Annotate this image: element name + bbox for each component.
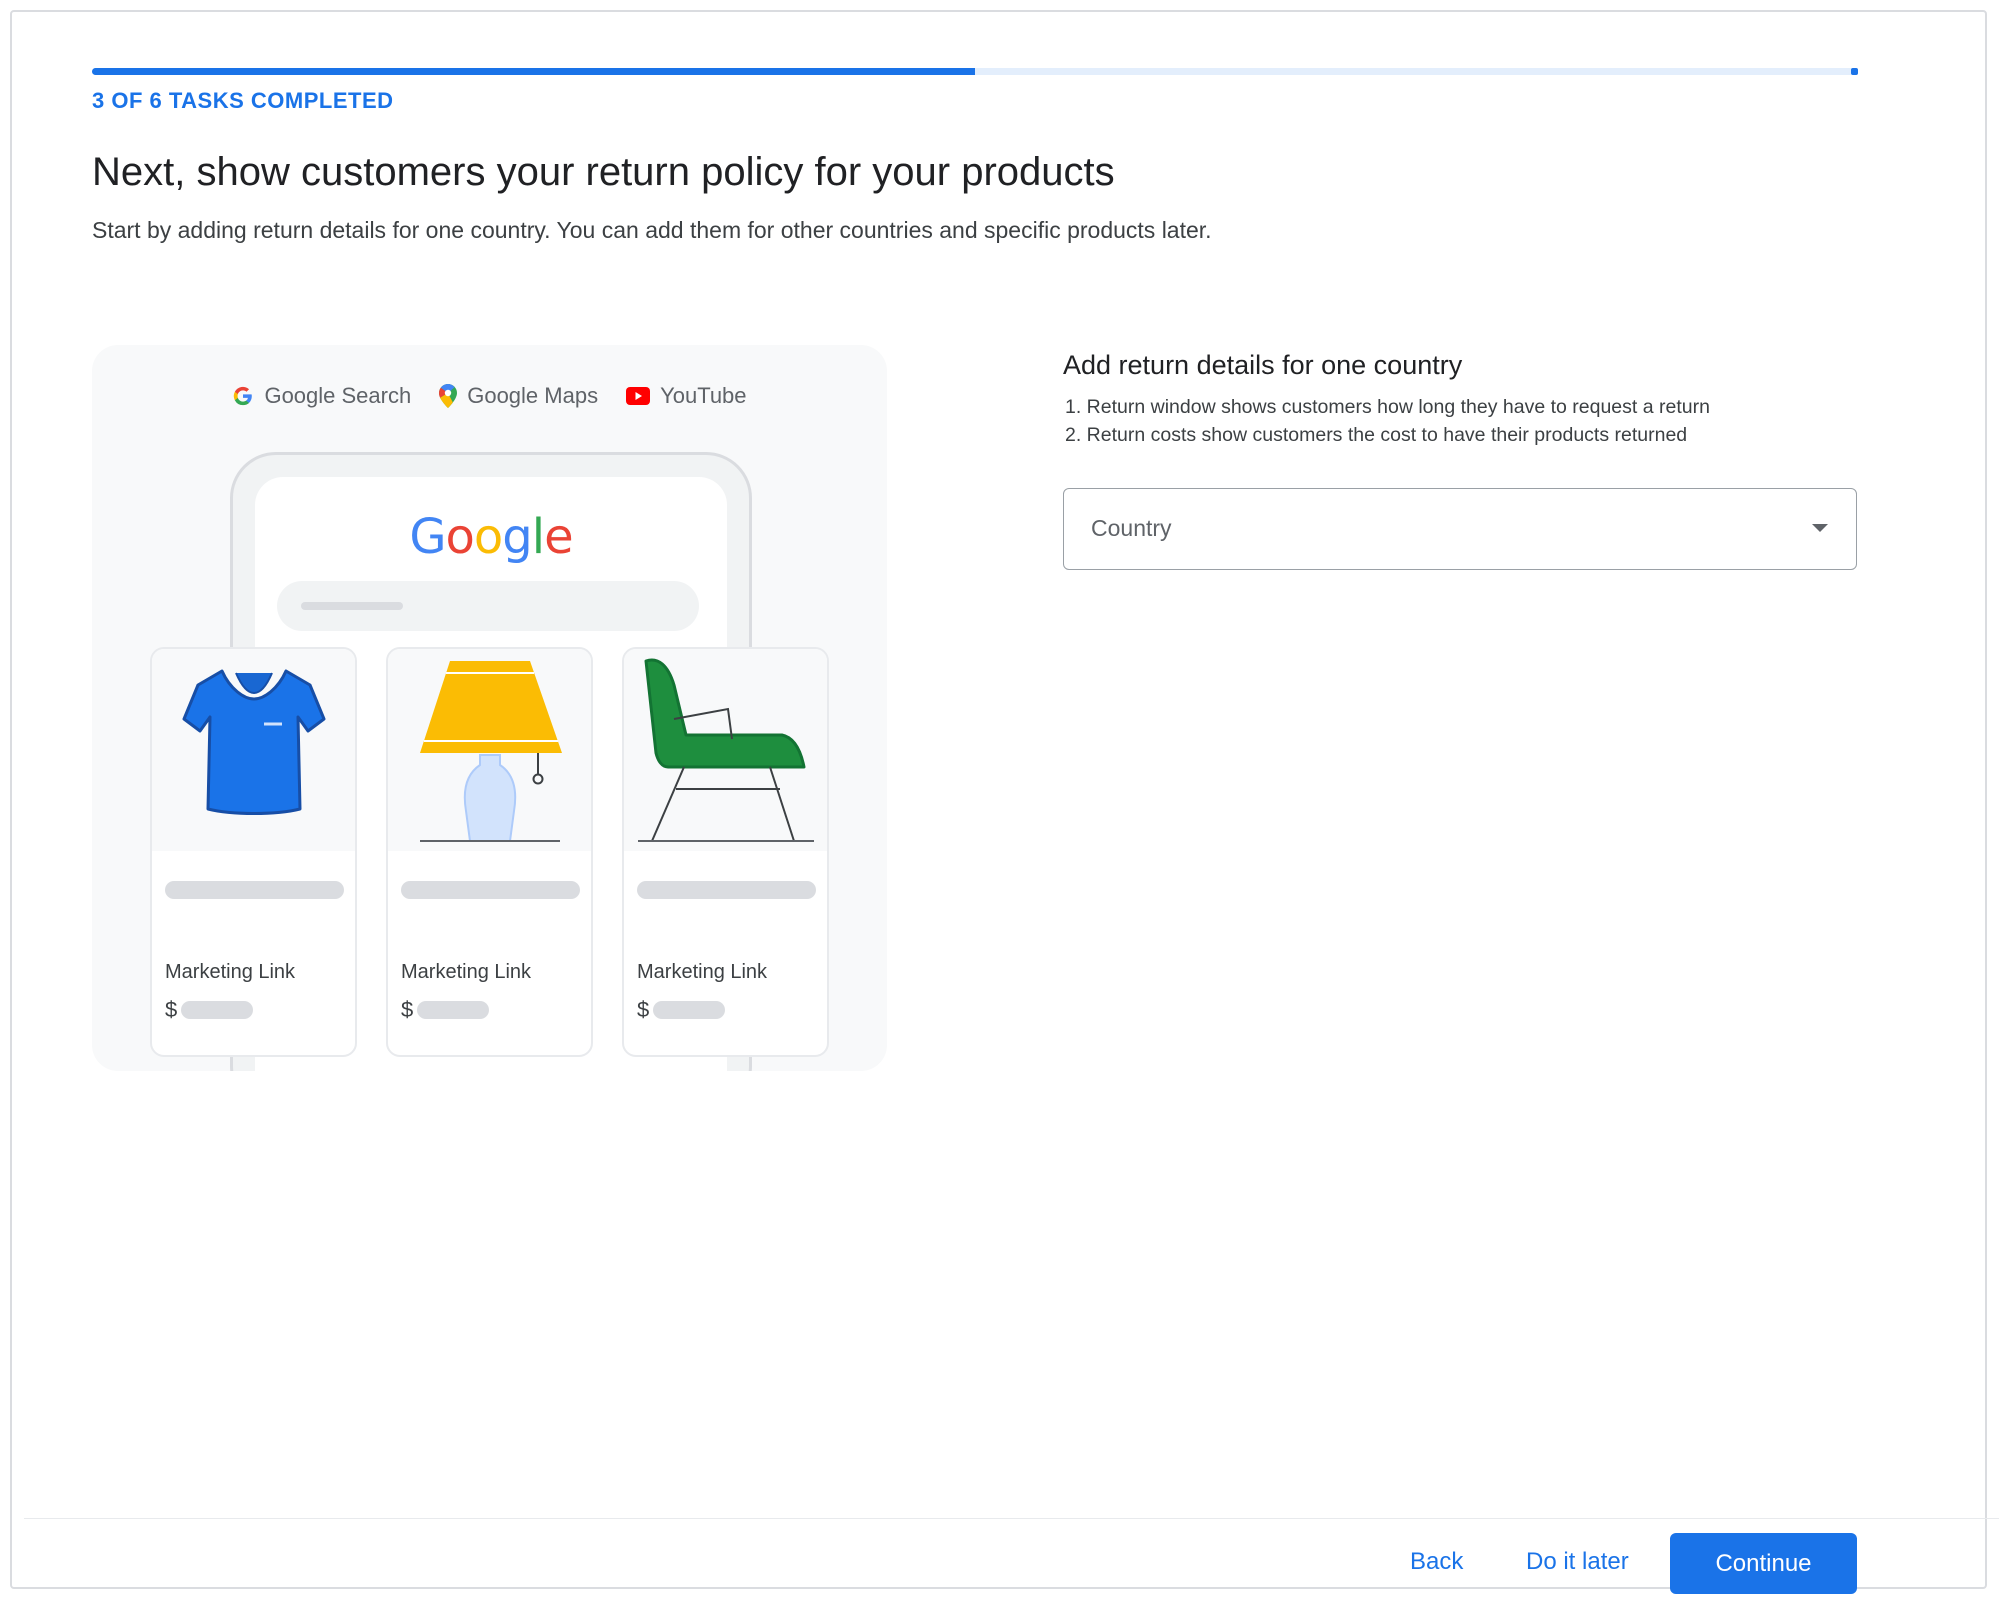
logo-letter: o	[445, 509, 475, 565]
progress-bar	[92, 68, 1858, 75]
chair-icon	[638, 658, 814, 842]
section-title: Add return details for one country	[1063, 350, 1463, 380]
setup-dialog: 3 OF 6 TASKS COMPLETED Next, show custom…	[10, 10, 1999, 1594]
brand-google-maps: Google Maps	[439, 383, 598, 409]
footer-divider	[24, 1518, 1999, 1519]
price-placeholder	[417, 1001, 490, 1019]
logo-letter: e	[544, 509, 574, 565]
page-subtitle: Start by adding return details for one c…	[92, 217, 1212, 243]
return-policy-illustration: Google Search Google Maps YouTube Google…	[92, 345, 887, 1071]
marketing-link: Marketing Link	[165, 961, 296, 983]
product-card: Marketing Link $	[622, 647, 829, 1057]
step-item: 2. Return costs show customers the cost …	[1065, 424, 1688, 446]
logo-letter: l	[531, 509, 545, 565]
steps-list: 1. Return window shows customers how lon…	[1065, 393, 1710, 449]
do-it-later-button[interactable]: Do it later	[1518, 1532, 1637, 1592]
price: $	[637, 997, 726, 1023]
country-select-label: Country	[1091, 515, 1172, 541]
step-item: 1. Return window shows customers how lon…	[1065, 396, 1710, 418]
continue-button[interactable]: Continue	[1670, 1533, 1857, 1594]
product-image	[624, 649, 827, 851]
arrow-drop-down-icon	[1812, 524, 1828, 532]
product-card: Marketing Link $	[150, 647, 357, 1057]
marketing-link: Marketing Link	[401, 961, 532, 983]
brand-google-search: Google Search	[232, 383, 411, 409]
brand-youtube: YouTube	[626, 383, 747, 409]
country-select[interactable]: Country	[1063, 488, 1857, 570]
title-placeholder	[637, 881, 816, 899]
google-logo: Google	[255, 509, 727, 565]
logo-letter: G	[409, 509, 446, 565]
product-card: Marketing Link $	[386, 647, 593, 1057]
maps-pin-icon	[439, 384, 458, 408]
lamp-icon	[420, 661, 562, 842]
page-title: Next, show customers your return policy …	[92, 150, 1115, 194]
progress-label: 3 OF 6 TASKS COMPLETED	[92, 88, 394, 113]
search-placeholder-line	[301, 602, 403, 610]
surface-list: Google Search Google Maps YouTube	[92, 383, 887, 409]
price: $	[401, 997, 490, 1023]
price-placeholder	[653, 1001, 726, 1019]
tshirt-icon	[182, 669, 326, 815]
title-placeholder	[165, 881, 344, 899]
product-image	[388, 649, 591, 851]
logo-letter: o	[473, 509, 503, 565]
progress-bar-end	[1851, 68, 1858, 75]
price-placeholder	[181, 1001, 254, 1019]
back-button[interactable]: Back	[1402, 1532, 1471, 1592]
title-placeholder	[401, 881, 580, 899]
marketing-link: Marketing Link	[637, 961, 768, 983]
logo-letter: g	[502, 509, 532, 565]
google-g-icon	[234, 386, 253, 406]
product-image	[152, 649, 355, 851]
mock-search-bar	[277, 581, 699, 631]
youtube-icon	[626, 387, 651, 405]
progress-bar-fill	[92, 68, 975, 75]
price: $	[165, 997, 254, 1023]
